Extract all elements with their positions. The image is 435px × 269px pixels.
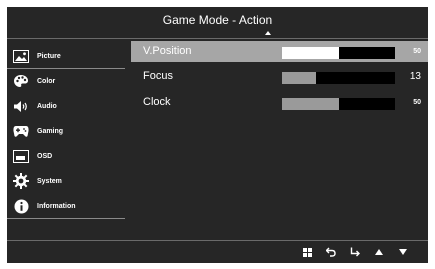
- info-icon: [13, 198, 29, 214]
- sidebar-divider: [7, 218, 125, 219]
- back-icon[interactable]: [324, 245, 338, 259]
- osd-panel: Game Mode - Action Picture Color Audio G…: [7, 7, 428, 263]
- gear-icon: [13, 173, 29, 189]
- focus-slider[interactable]: [282, 72, 395, 84]
- slider-fill: [282, 72, 316, 84]
- v-position-slider[interactable]: [282, 47, 395, 59]
- sidebar-item-osd[interactable]: OSD: [7, 144, 125, 168]
- setting-row-clock[interactable]: Clock 50: [131, 92, 428, 113]
- gamepad-icon: [13, 123, 29, 139]
- palette-icon: [13, 73, 29, 89]
- sidebar: Picture Color Audio Gaming OSD System In…: [7, 39, 125, 219]
- setting-value: 50: [413, 48, 421, 55]
- clock-slider[interactable]: [282, 98, 395, 110]
- enter-icon[interactable]: [348, 245, 362, 259]
- setting-value: 50: [413, 99, 421, 106]
- slider-fill: [282, 98, 339, 110]
- osd-title: Game Mode - Action: [162, 13, 273, 27]
- navigation-bar: [7, 243, 428, 261]
- sidebar-item-information[interactable]: Information: [7, 194, 125, 218]
- osd-window-icon: [13, 148, 29, 164]
- up-arrow-icon[interactable]: [372, 245, 386, 259]
- sidebar-item-color[interactable]: Color: [7, 69, 125, 93]
- sidebar-item-system[interactable]: System: [7, 169, 125, 193]
- setting-value: 13: [409, 71, 421, 82]
- setting-row-focus[interactable]: Focus 13: [131, 66, 428, 87]
- picture-icon: [13, 48, 29, 64]
- setting-row-v-position[interactable]: V.Position 50: [131, 41, 428, 62]
- sidebar-item-label: Color: [37, 77, 56, 85]
- menu-grid-icon[interactable]: [300, 245, 314, 259]
- down-arrow-icon[interactable]: [396, 245, 410, 259]
- sidebar-item-picture[interactable]: Picture: [7, 44, 125, 68]
- sidebar-item-label: Gaming: [37, 127, 64, 135]
- sidebar-item-label: System: [37, 177, 62, 185]
- setting-label: V.Position: [143, 45, 192, 57]
- setting-label: Clock: [143, 96, 171, 108]
- settings-panel: V.Position 50 Focus 13 Clock 50: [131, 39, 428, 239]
- footer-divider: [7, 240, 428, 241]
- setting-label: Focus: [143, 70, 173, 82]
- slider-fill: [282, 47, 339, 59]
- sidebar-item-audio[interactable]: Audio: [7, 94, 125, 118]
- sidebar-item-label: Picture: [37, 52, 61, 60]
- up-indicator-icon: [265, 31, 271, 35]
- speaker-icon: [13, 98, 29, 114]
- sidebar-item-label: Information: [37, 202, 76, 210]
- sidebar-item-gaming[interactable]: Gaming: [7, 119, 125, 143]
- sidebar-item-label: OSD: [37, 152, 53, 160]
- sidebar-item-label: Audio: [37, 102, 57, 110]
